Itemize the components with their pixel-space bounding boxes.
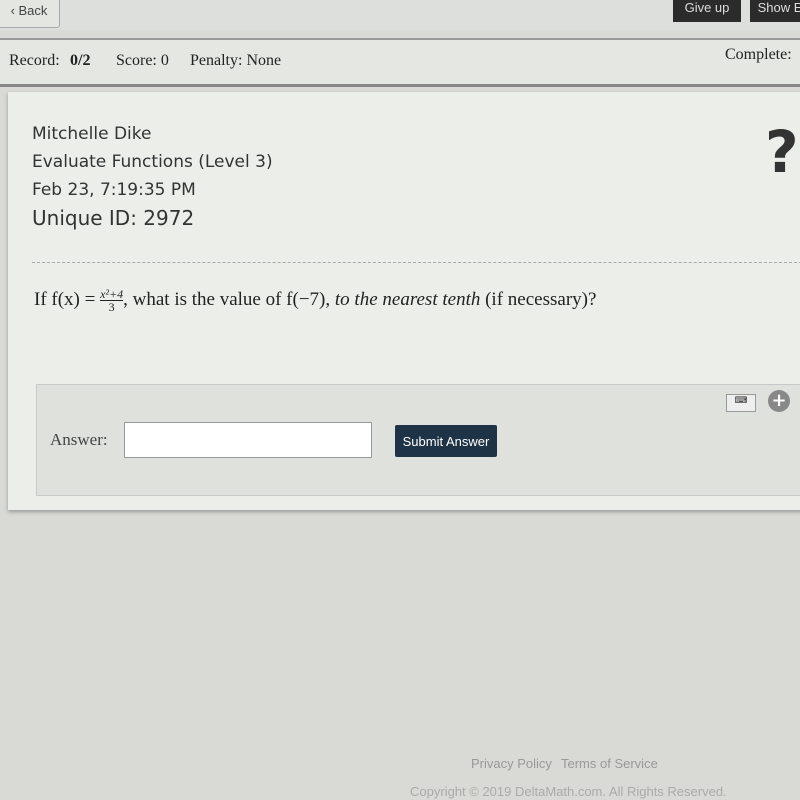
fraction-denominator: 3 (108, 300, 115, 314)
record-bar: Record: 0/2 Score: 0 Penalty: None Compl… (0, 38, 800, 87)
help-icon[interactable]: ? (765, 118, 799, 186)
copyright: Copyright © 2019 DeltaMath.com. All Righ… (410, 784, 727, 799)
problem-info: Mitchelle Dike Evaluate Functions (Level… (32, 120, 273, 232)
chevron-left-icon: ‹ (10, 2, 19, 18)
divider (32, 262, 800, 263)
submit-answer-button[interactable]: Submit Answer (395, 425, 497, 457)
penalty: Penalty: None (190, 52, 282, 69)
record-label: Record: (9, 52, 60, 69)
keyboard-icon[interactable]: ⌨ (726, 394, 756, 412)
score: Score: 0 (116, 52, 169, 69)
date: Feb 23, 7:19:35 PM (32, 180, 196, 200)
show-example-button[interactable]: Show E (750, 0, 800, 22)
question-text: If f(x) = x²+4 3, what is the value of f(… (34, 287, 597, 314)
back-button[interactable]: ‹ Back (0, 0, 60, 28)
answer-label: Answer: (50, 430, 108, 449)
complete-label: Complete: (725, 46, 792, 63)
unique-id: Unique ID: 2972 (32, 206, 195, 230)
student-name: Mitchelle Dike (32, 124, 152, 144)
terms-of-service-link[interactable]: Terms of Service (561, 756, 658, 771)
answer-input[interactable] (124, 422, 372, 458)
privacy-policy-link[interactable]: Privacy Policy (471, 756, 552, 771)
give-up-button[interactable]: Give up (673, 0, 741, 22)
zoom-in-icon[interactable]: + (768, 390, 790, 412)
record-value: 0/2 (70, 52, 91, 69)
topic: Evaluate Functions (Level 3) (32, 152, 273, 172)
